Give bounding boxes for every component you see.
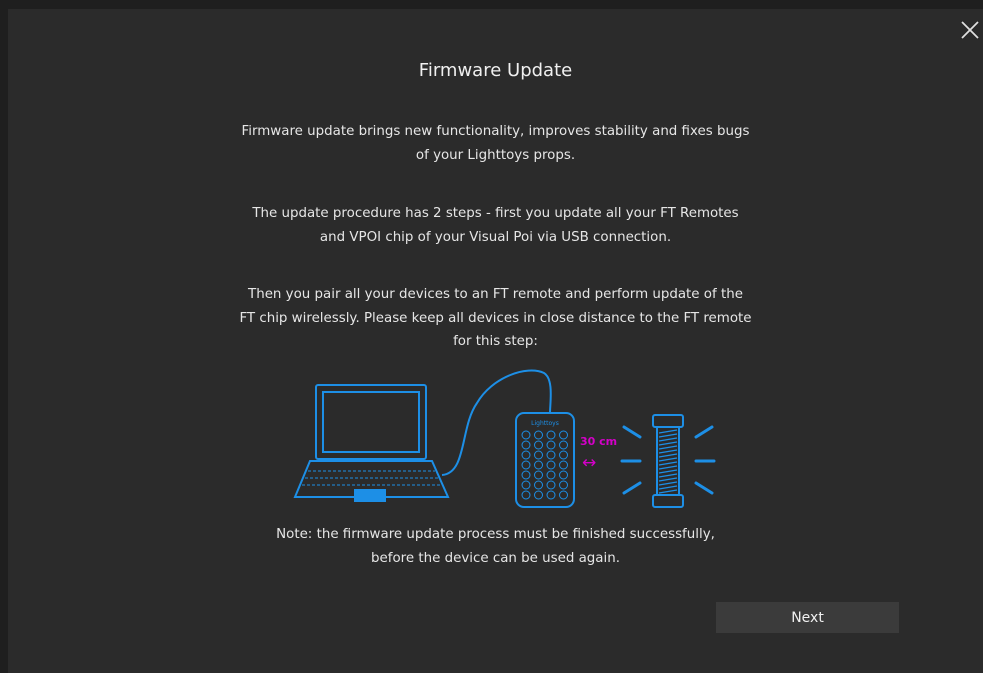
remote-button <box>559 440 568 450</box>
steps-text: The update procedure has 2 steps - first… <box>8 202 983 249</box>
poi-stripe <box>658 437 678 442</box>
remote-button <box>521 470 531 480</box>
remote-button <box>521 460 531 470</box>
dialog-title: Firmware Update <box>418 60 573 81</box>
remote-button <box>546 460 556 470</box>
poi-stripe <box>658 469 678 474</box>
remote-button <box>559 460 568 470</box>
remote-button <box>521 450 531 460</box>
laptop-icon <box>293 384 450 502</box>
poi-stripe <box>658 457 678 462</box>
remote-button <box>546 450 556 460</box>
remote-button <box>559 430 568 440</box>
poi-stripe <box>658 477 678 482</box>
visual-poi-icon <box>620 414 716 508</box>
firmware-update-dialog: Firmware Update Firmware update brings n… <box>8 9 983 673</box>
remote-button <box>534 480 543 490</box>
remote-button <box>534 440 543 450</box>
remote-button <box>534 430 543 440</box>
remote-button <box>534 490 543 500</box>
note-line-1: Note: the firmware update process must b… <box>276 527 715 542</box>
note-line-2: before the device can be used again. <box>371 550 620 566</box>
remote-button <box>546 490 556 500</box>
poi-stripe <box>658 453 678 458</box>
poi-stripe <box>658 485 678 490</box>
remote-button <box>521 440 531 450</box>
poi-stripe <box>658 473 678 478</box>
distance-arrow-icon: ↔ <box>582 453 596 473</box>
remote-button <box>534 470 543 480</box>
close-icon <box>961 21 979 39</box>
note-text: Note: the firmware update process must b… <box>8 523 983 570</box>
poi-stripe <box>658 441 678 446</box>
remote-button <box>521 490 531 500</box>
remote-button <box>559 480 568 490</box>
remote-button <box>559 470 568 480</box>
poi-stripe <box>658 429 678 434</box>
close-button[interactable] <box>959 19 981 41</box>
steps-line-2: and VPOI chip of your Visual Poi via USB… <box>319 229 672 245</box>
pairing-line-1: Then you pair all your devices to an FT … <box>248 287 743 302</box>
ft-remote-icon: Lighttoys <box>515 412 575 508</box>
remote-button <box>559 450 568 460</box>
remote-button <box>546 430 556 440</box>
poi-stripe <box>658 433 678 438</box>
remote-button <box>521 430 531 440</box>
intro-line-2: of your Lighttoys props. <box>415 147 576 163</box>
intro-text: Firmware update brings new functionality… <box>8 120 983 167</box>
pairing-line-2: FT chip wirelessly. Please keep all devi… <box>239 310 752 326</box>
remote-button <box>534 460 543 470</box>
remote-button <box>534 450 543 460</box>
poi-stripe <box>658 445 678 450</box>
remote-button <box>546 470 556 480</box>
poi-stripe <box>658 481 678 486</box>
distance-label: 30 cm <box>580 435 617 448</box>
pairing-text: Then you pair all your devices to an FT … <box>8 283 983 354</box>
remote-button <box>546 480 556 490</box>
poi-stripe <box>658 465 678 470</box>
update-illustration: Lighttoys 30 cm ↔ <box>293 369 716 508</box>
pairing-line-3: for this step: <box>453 334 538 349</box>
steps-line-1: The update procedure has 2 steps - first… <box>252 206 739 221</box>
remote-button <box>559 490 568 500</box>
remote-button <box>546 440 556 450</box>
poi-stripe <box>658 489 678 494</box>
next-button[interactable]: Next <box>716 602 899 633</box>
poi-stripe <box>658 461 678 466</box>
remote-brand-label: Lighttoys <box>531 420 559 427</box>
poi-stripe <box>658 449 678 454</box>
intro-line-1: Firmware update brings new functionality… <box>241 124 750 139</box>
remote-button <box>521 480 531 490</box>
